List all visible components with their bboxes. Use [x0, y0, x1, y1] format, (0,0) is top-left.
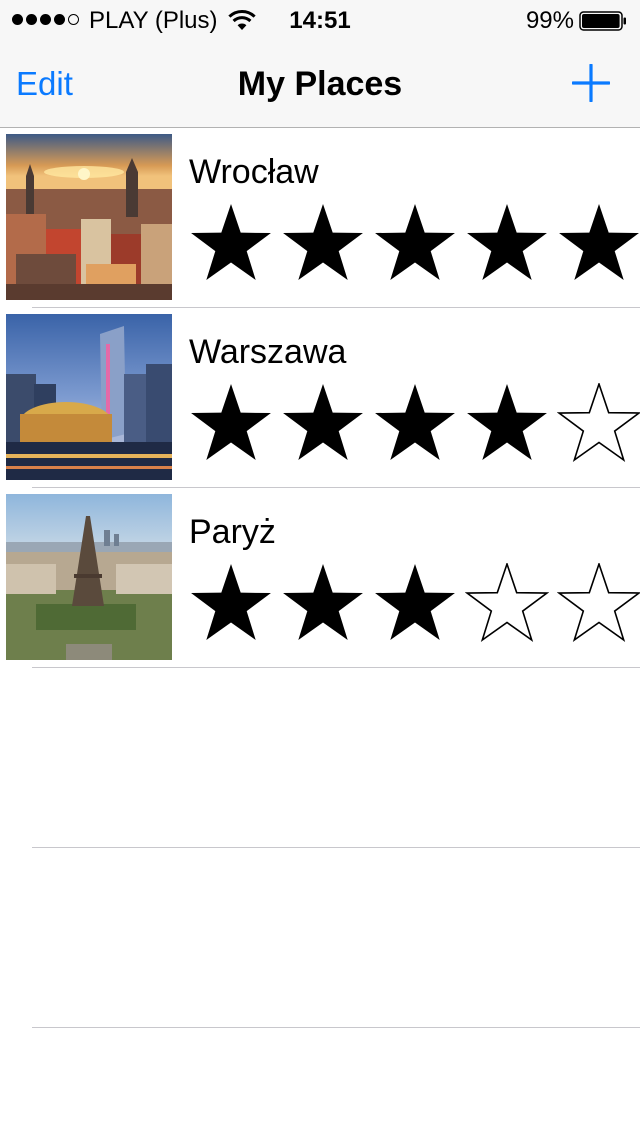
filled-star-icon[interactable] [373, 383, 457, 465]
row-separator [32, 1027, 640, 1028]
place-photo [6, 494, 172, 660]
place-row[interactable]: Wrocław [0, 128, 640, 308]
battery-percentage: 99% [525, 7, 574, 34]
filled-star-icon[interactable] [189, 203, 273, 285]
place-row[interactable]: Warszawa [0, 308, 640, 488]
filled-star-icon[interactable] [557, 203, 640, 285]
status-bar: PLAY (Plus) 14:51 99% [0, 0, 640, 40]
filled-star-icon[interactable] [373, 563, 457, 645]
filled-star-icon[interactable] [465, 203, 549, 285]
plus-icon[interactable] [572, 64, 610, 102]
filled-star-icon[interactable] [281, 563, 365, 645]
empty-row [0, 848, 640, 1028]
empty-star-icon[interactable] [557, 563, 640, 645]
empty-row [0, 668, 640, 848]
battery-icon [579, 11, 626, 31]
star-rating [189, 203, 640, 285]
page-title: My Places [237, 65, 403, 103]
place-photo [6, 134, 172, 300]
filled-star-icon[interactable] [373, 203, 457, 285]
place-name: Wrocław [189, 153, 319, 191]
navigation-bar: Edit My Places [0, 40, 640, 128]
filled-star-icon[interactable] [281, 203, 365, 285]
star-rating [189, 563, 640, 645]
filled-star-icon[interactable] [189, 383, 273, 465]
place-name: Warszawa [189, 333, 347, 371]
empty-star-icon[interactable] [465, 563, 549, 645]
filled-star-icon[interactable] [281, 383, 365, 465]
star-rating [189, 383, 640, 465]
empty-star-icon[interactable] [557, 383, 640, 465]
filled-star-icon[interactable] [465, 383, 549, 465]
place-row[interactable]: Paryż [0, 488, 640, 668]
place-photo [6, 314, 172, 480]
place-name: Paryż [189, 513, 276, 551]
battery-fill [582, 14, 620, 28]
filled-star-icon[interactable] [189, 563, 273, 645]
places-list: Wrocław Warszawa Paryż [0, 128, 640, 1028]
